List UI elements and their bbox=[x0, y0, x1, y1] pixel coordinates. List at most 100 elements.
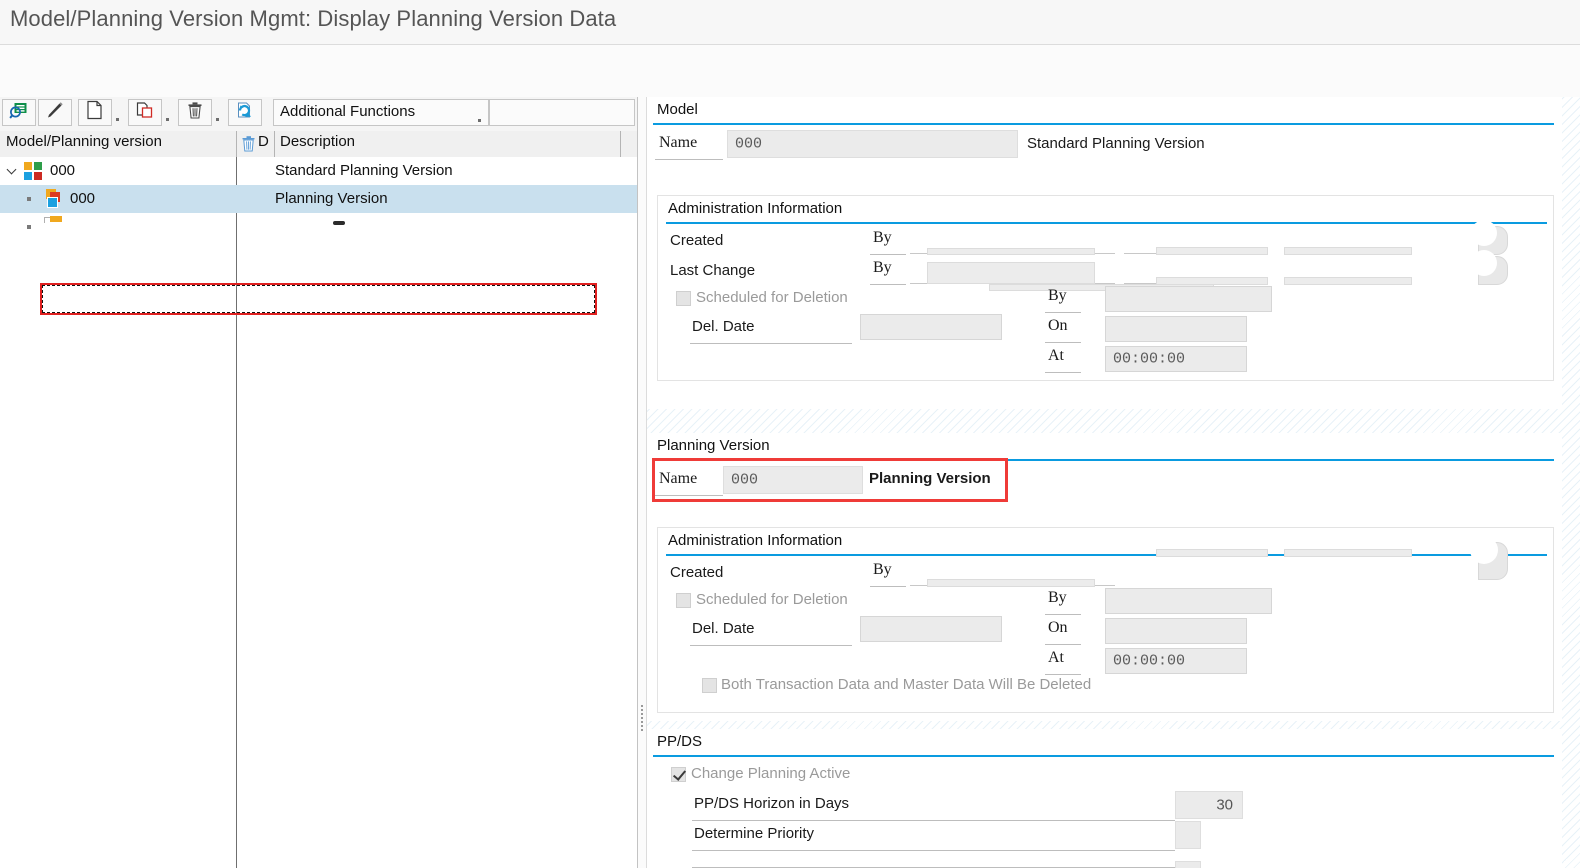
pv-deletion-at-field[interactable]: 00:00:00 bbox=[1105, 648, 1247, 674]
pv-created-by-underline bbox=[870, 586, 906, 587]
model-deletion-by-field[interactable] bbox=[1105, 286, 1272, 312]
refresh-button[interactable] bbox=[228, 99, 262, 126]
delete-button[interactable] bbox=[178, 99, 212, 126]
pv-scheduled-deletion-checkbox[interactable] bbox=[676, 593, 691, 608]
model-created-row-end-cap-cut bbox=[1471, 220, 1497, 246]
model-section-rule bbox=[653, 123, 1554, 125]
planning-version-section-title: Planning Version bbox=[657, 437, 770, 454]
copy-button-dropdown-dot[interactable] bbox=[166, 118, 169, 121]
tree-column-description[interactable]: Description bbox=[280, 133, 355, 150]
additional-functions-label: Additional Functions bbox=[280, 103, 416, 120]
ppds-determine-priority-label: Determine Priority bbox=[694, 825, 815, 842]
ppds-change-planning-active-checkbox[interactable] bbox=[671, 767, 686, 782]
delete-trash-icon bbox=[186, 101, 205, 125]
pane-splitter[interactable] bbox=[637, 97, 647, 868]
tree-row-id: 000 bbox=[50, 162, 76, 179]
tree-header-separator-1[interactable] bbox=[236, 131, 237, 157]
edit-button[interactable] bbox=[38, 99, 72, 126]
planning-version-name-label: Name bbox=[659, 470, 698, 487]
model-created-on-field-shadow bbox=[1156, 247, 1268, 255]
model-deletion-on-label: On bbox=[1048, 317, 1068, 334]
additional-functions-button[interactable]: Additional Functions bbox=[273, 99, 489, 126]
application-window: Model/Planning Version Mgmt: Display Pla… bbox=[0, 0, 1580, 868]
pv-deletion-on-label: On bbox=[1048, 619, 1068, 636]
model-name-field[interactable]: 000 bbox=[727, 130, 1018, 158]
ppds-determine-priority-label-underline bbox=[692, 850, 1175, 851]
pv-del-date-field[interactable] bbox=[860, 616, 1002, 642]
ppds-determine-priority-field[interactable] bbox=[1175, 821, 1201, 849]
toolbar-filler bbox=[489, 99, 635, 126]
model-last-change-at-field-shadow bbox=[1284, 277, 1412, 285]
pv-created-by-field-shadow bbox=[927, 579, 1095, 587]
additional-functions-dropdown-dot[interactable] bbox=[478, 119, 481, 122]
model-deletion-at-field[interactable]: 00:00:00 bbox=[1105, 346, 1247, 372]
partial-row-icon bbox=[44, 216, 64, 224]
model-created-by-field-shadow bbox=[927, 248, 1095, 255]
model-name-value: 000 bbox=[735, 135, 763, 153]
tree-leaf-dot bbox=[27, 225, 31, 229]
model-name-label-underline bbox=[655, 159, 723, 160]
model-deletion-on-field[interactable] bbox=[1105, 316, 1247, 342]
model-admin-title: Administration Information bbox=[668, 200, 843, 217]
planning-version-stack-icon bbox=[44, 189, 65, 209]
splitter-grip[interactable] bbox=[641, 705, 644, 733]
model-created-by-underline bbox=[870, 254, 906, 255]
model-created-at-field-shadow bbox=[1284, 247, 1412, 255]
pv-deletion-at-label: At bbox=[1048, 649, 1064, 666]
model-scheduled-deletion-label: Scheduled for Deletion bbox=[696, 289, 848, 306]
ppds-next-row-field-clipped[interactable] bbox=[1175, 861, 1201, 868]
tree-toolbar: Additional Functions bbox=[0, 97, 637, 132]
model-last-change-by-field-box[interactable] bbox=[927, 262, 1095, 284]
model-del-date-label: Del. Date bbox=[692, 318, 755, 335]
model-scheduled-deletion-checkbox[interactable] bbox=[676, 291, 691, 306]
page-title: Model/Planning Version Mgmt: Display Pla… bbox=[10, 6, 617, 31]
tree-header-separator-3[interactable] bbox=[620, 131, 621, 157]
ppds-change-planning-active-label: Change Planning Active bbox=[691, 765, 851, 782]
planning-version-section-rule bbox=[653, 459, 1554, 461]
new-document-icon bbox=[86, 100, 104, 125]
delete-button-dropdown-dot[interactable] bbox=[216, 118, 219, 121]
tree-column-divider bbox=[236, 157, 237, 868]
partial-description-glyph bbox=[333, 221, 345, 225]
model-deletion-at-label: At bbox=[1048, 347, 1064, 364]
pv-deletion-by-underline bbox=[1045, 614, 1081, 615]
model-last-change-by-underline bbox=[870, 284, 906, 285]
display-search-button[interactable] bbox=[2, 99, 36, 126]
copy-button[interactable] bbox=[128, 99, 162, 126]
pv-created-by-label: By bbox=[873, 561, 892, 578]
expand-collapse-chevron-icon[interactable] bbox=[8, 166, 17, 175]
ppds-horizon-label: PP/DS Horizon in Days bbox=[694, 795, 850, 812]
pv-deletion-on-field[interactable] bbox=[1105, 618, 1247, 644]
pv-del-date-label-underline bbox=[690, 645, 852, 646]
trash-icon bbox=[241, 135, 257, 157]
ppds-horizon-field[interactable]: 30 bbox=[1175, 791, 1243, 819]
planning-version-name-label-underline bbox=[655, 495, 723, 496]
new-button[interactable] bbox=[78, 99, 112, 126]
tree-header-separator-2[interactable] bbox=[274, 131, 275, 157]
tree-column-delete-flag[interactable]: D bbox=[258, 133, 269, 150]
model-name-label: Name bbox=[659, 134, 698, 151]
table-row[interactable] bbox=[0, 213, 637, 241]
model-admin-rule bbox=[666, 222, 1547, 224]
planning-version-name-value: 000 bbox=[731, 471, 759, 489]
planning-version-name-field[interactable]: 000 bbox=[723, 466, 863, 494]
pv-both-data-checkbox[interactable] bbox=[702, 678, 717, 693]
tree-body: 000 Standard Planning Version 000 Planni… bbox=[0, 157, 637, 868]
pv-created-at-field-shadow bbox=[1284, 549, 1412, 557]
model-del-date-label-underline bbox=[690, 343, 852, 344]
tree-leaf-dot bbox=[27, 197, 31, 201]
tree-selection-highlight-box bbox=[40, 283, 597, 315]
model-admin-section: Administration Information Created By La… bbox=[657, 195, 1554, 381]
model-deletion-by-underline bbox=[1045, 312, 1081, 313]
model-deletion-on-underline bbox=[1045, 342, 1081, 343]
model-deletion-at-value: 00:00:00 bbox=[1113, 350, 1186, 368]
table-row[interactable]: 000 Standard Planning Version bbox=[0, 157, 637, 185]
model-last-change-label: Last Change bbox=[670, 262, 756, 279]
table-row[interactable]: 000 Planning Version bbox=[0, 185, 637, 213]
model-del-date-field[interactable] bbox=[860, 314, 1002, 340]
new-button-dropdown-dot[interactable] bbox=[116, 118, 119, 121]
edit-pencil-icon bbox=[46, 101, 65, 125]
pv-deletion-by-field[interactable] bbox=[1105, 588, 1272, 614]
tree-column-model-planning-version[interactable]: Model/Planning version bbox=[6, 133, 162, 150]
pv-scheduled-deletion-label: Scheduled for Deletion bbox=[696, 591, 848, 608]
